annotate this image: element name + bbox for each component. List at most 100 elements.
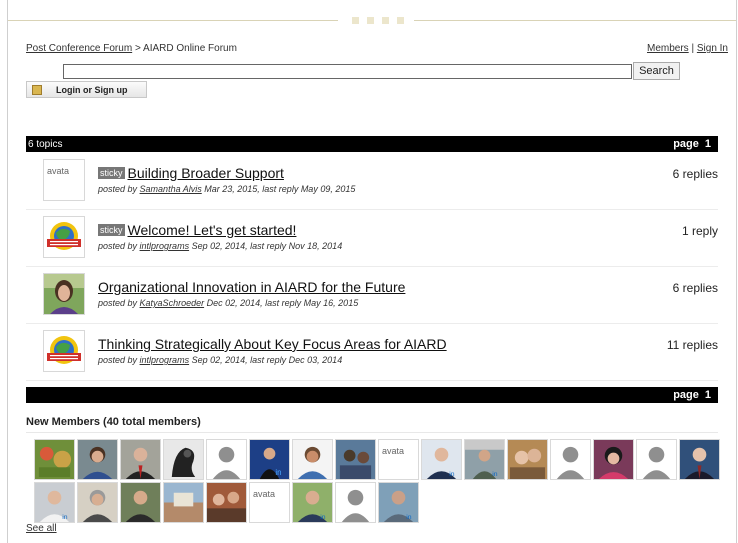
member-thumbnail-broken[interactable]: avata xyxy=(249,482,290,523)
posted-by-label: posted by xyxy=(98,298,138,308)
topic-title-row: sticky Building Broader Support xyxy=(98,165,284,181)
topic-meta: posted by KatyaSchroeder Dec 02, 2014, l… xyxy=(98,298,358,308)
topic-author-link[interactable]: KatyaSchroeder xyxy=(140,298,205,308)
member-thumbnail[interactable] xyxy=(34,439,75,480)
member-thumbnail[interactable] xyxy=(335,439,376,480)
member-thumbnail[interactable]: in xyxy=(292,482,333,523)
topics-header-bar: 6 topics page 1 xyxy=(26,136,718,152)
topic-row: avata sticky Building Broader Support pos… xyxy=(26,153,718,210)
reply-count: 1 reply xyxy=(681,224,718,238)
member-photo-icon xyxy=(35,440,74,479)
member-photo-icon xyxy=(164,440,203,479)
members-link[interactable]: Members xyxy=(647,43,689,54)
topic-dates: Sep 02, 2014, last reply Nov 18, 2014 xyxy=(191,241,343,251)
member-thumbnail[interactable] xyxy=(550,439,591,480)
topic-avatar-photo[interactable] xyxy=(43,273,85,315)
topic-title-row: Thinking Strategically About Key Focus A… xyxy=(98,336,447,352)
page-number[interactable]: 1 xyxy=(705,389,711,401)
members-divider xyxy=(26,432,718,433)
topic-author-link[interactable]: intlprograms xyxy=(140,355,190,365)
breadcrumb: Post Conference Forum > AIARD Online For… xyxy=(26,43,237,54)
default-avatar-icon xyxy=(637,440,676,479)
svg-text:in: in xyxy=(62,514,68,521)
topic-title-link[interactable]: Welcome! Let's get started! xyxy=(128,222,297,238)
member-thumbnail[interactable]: in xyxy=(34,482,75,523)
member-thumbnail[interactable]: in xyxy=(378,482,419,523)
topic-row: sticky Welcome! Let's get started! posted… xyxy=(26,210,718,267)
member-thumbnail[interactable] xyxy=(507,439,548,480)
decor-line-left xyxy=(8,20,338,21)
member-thumbnail[interactable] xyxy=(292,439,333,480)
member-thumbnail[interactable]: in xyxy=(464,439,505,480)
topic-count: 6 topics xyxy=(28,139,63,150)
decorative-header xyxy=(8,0,736,40)
member-photo-icon: in xyxy=(379,483,418,522)
svg-text:in: in xyxy=(449,471,455,478)
member-photo-icon: in xyxy=(465,440,504,479)
avatar-alt-text: avata xyxy=(47,166,70,176)
page-label: page xyxy=(673,138,699,150)
breadcrumb-current: AIARD Online Forum xyxy=(143,43,237,54)
sticky-badge: sticky xyxy=(98,224,125,236)
topic-title-link[interactable]: Thinking Strategically About Key Focus A… xyxy=(98,336,447,352)
decor-square xyxy=(352,17,359,24)
member-thumbnail[interactable] xyxy=(163,439,204,480)
member-thumbnail[interactable] xyxy=(206,439,247,480)
topic-author-link[interactable]: intlprograms xyxy=(140,241,190,251)
member-photo-icon xyxy=(594,440,633,479)
topic-row: Thinking Strategically About Key Focus A… xyxy=(26,324,718,381)
topic-meta: posted by intlprograms Sep 02, 2014, las… xyxy=(98,241,342,251)
posted-by-label: posted by xyxy=(98,184,138,194)
decor-square xyxy=(397,17,404,24)
breadcrumb-link-post-conference-forum[interactable]: Post Conference Forum xyxy=(26,43,132,54)
page-number[interactable]: 1 xyxy=(705,138,711,150)
search-input[interactable] xyxy=(63,64,632,79)
member-thumbnail[interactable] xyxy=(679,439,720,480)
member-photo-icon xyxy=(207,483,246,522)
topic-title-link[interactable]: Organizational Innovation in AIARD for t… xyxy=(98,279,405,295)
search-button[interactable]: Search xyxy=(633,62,680,80)
login-signup-button[interactable]: Login or Sign up xyxy=(26,81,147,98)
member-thumbnail-broken[interactable]: avata xyxy=(378,439,419,480)
svg-text:in: in xyxy=(275,468,281,477)
login-icon xyxy=(32,84,42,95)
page-label: page xyxy=(673,389,699,401)
topic-title-link[interactable]: Building Broader Support xyxy=(128,165,284,181)
reply-count: 6 replies xyxy=(672,281,718,295)
pagination: page 1 xyxy=(667,138,711,150)
sign-in-link[interactable]: Sign In xyxy=(697,43,728,54)
topic-avatar-logo[interactable] xyxy=(43,216,85,258)
member-thumbnail[interactable] xyxy=(593,439,634,480)
topic-title-row: Organizational Innovation in AIARD for t… xyxy=(98,279,405,295)
see-all-members-link[interactable]: See all xyxy=(26,523,57,534)
pagination: page 1 xyxy=(667,389,711,401)
member-thumbnail[interactable] xyxy=(163,482,204,523)
top-links-separator: | xyxy=(691,43,695,54)
member-thumbnail[interactable] xyxy=(335,482,376,523)
member-photo-icon: in xyxy=(250,440,289,479)
svg-text:in: in xyxy=(406,514,412,521)
topic-author-link[interactable]: Samantha Alvis xyxy=(140,184,202,194)
topic-avatar-logo[interactable] xyxy=(43,330,85,372)
member-thumbnail[interactable] xyxy=(206,482,247,523)
member-photo-icon xyxy=(164,483,203,522)
person-photo-icon xyxy=(44,274,84,314)
member-photo-icon xyxy=(121,440,160,479)
member-photo-icon: in xyxy=(35,483,74,522)
member-thumbnail[interactable]: in xyxy=(249,439,290,480)
member-photo-icon xyxy=(121,483,160,522)
member-thumbnail[interactable] xyxy=(77,439,118,480)
member-thumbnail[interactable] xyxy=(120,482,161,523)
decor-square xyxy=(382,17,389,24)
new-members-heading: New Members (40 total members) xyxy=(26,416,201,428)
avatar-alt-text: avata xyxy=(382,446,405,456)
member-photo-icon xyxy=(336,440,375,479)
member-thumbnail[interactable]: in xyxy=(421,439,462,480)
topic-title-row: sticky Welcome! Let's get started! xyxy=(98,222,296,238)
posted-by-label: posted by xyxy=(98,355,138,365)
topic-avatar-broken[interactable]: avata xyxy=(43,159,85,201)
member-thumbnail[interactable] xyxy=(120,439,161,480)
member-thumbnail[interactable] xyxy=(636,439,677,480)
topic-dates: Sep 02, 2014, last reply Dec 03, 2014 xyxy=(191,355,343,365)
member-thumbnail[interactable] xyxy=(77,482,118,523)
